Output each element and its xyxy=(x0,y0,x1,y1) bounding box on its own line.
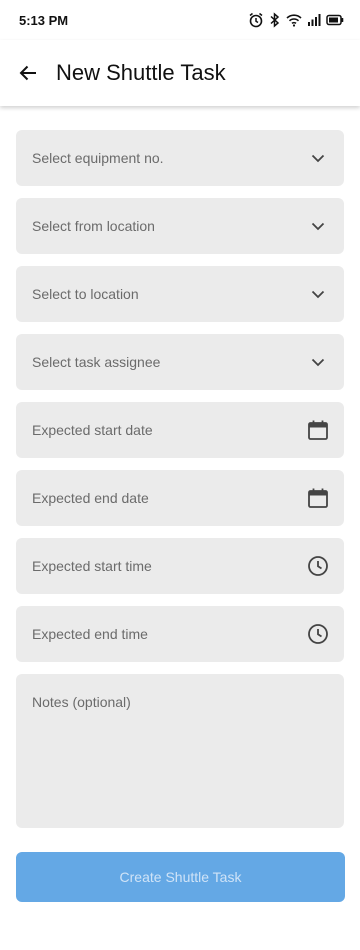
to-location-select[interactable]: Select to location xyxy=(16,266,344,322)
signal-icon xyxy=(308,14,321,26)
task-assignee-select[interactable]: Select task assignee xyxy=(16,334,344,390)
end-time-placeholder: Expected end time xyxy=(32,626,148,642)
notes-placeholder: Notes (optional) xyxy=(32,694,131,710)
chevron-down-icon xyxy=(306,350,330,374)
from-location-placeholder: Select from location xyxy=(32,218,155,234)
status-time: 5:13 PM xyxy=(19,12,69,28)
wifi-icon xyxy=(286,14,302,27)
start-time-placeholder: Expected start time xyxy=(32,558,152,574)
clock-icon[interactable] xyxy=(306,554,330,578)
to-location-placeholder: Select to location xyxy=(32,286,139,302)
calendar-icon[interactable] xyxy=(306,486,330,510)
end-time-field[interactable]: Expected end time xyxy=(16,606,344,662)
status-bar: 5:13 PM xyxy=(0,0,360,40)
create-shuttle-task-label: Create Shuttle Task xyxy=(119,869,242,885)
notes-field[interactable]: Notes (optional) xyxy=(16,674,344,828)
chevron-down-icon xyxy=(306,146,330,170)
calendar-icon[interactable] xyxy=(306,418,330,442)
alarm-icon xyxy=(249,12,263,28)
back-button[interactable] xyxy=(0,40,56,106)
equipment-select[interactable]: Select equipment no. xyxy=(16,130,344,186)
start-time-field[interactable]: Expected start time xyxy=(16,538,344,594)
start-date-field[interactable]: Expected start date xyxy=(16,402,344,458)
bluetooth-icon xyxy=(270,12,280,28)
chevron-down-icon xyxy=(306,282,330,306)
page-title: New Shuttle Task xyxy=(56,60,226,85)
arrow-back-icon xyxy=(19,65,36,81)
app-bar: New Shuttle Task xyxy=(0,40,360,106)
end-date-field[interactable]: Expected end date xyxy=(16,470,344,526)
clock-icon[interactable] xyxy=(306,622,330,646)
chevron-down-icon xyxy=(306,214,330,238)
create-shuttle-task-button[interactable]: Create Shuttle Task xyxy=(16,852,345,902)
battery-icon xyxy=(326,14,344,26)
equipment-select-placeholder: Select equipment no. xyxy=(32,150,164,166)
start-date-placeholder: Expected start date xyxy=(32,422,153,438)
from-location-select[interactable]: Select from location xyxy=(16,198,344,254)
status-icons xyxy=(248,12,344,28)
end-date-placeholder: Expected end date xyxy=(32,490,149,506)
task-assignee-placeholder: Select task assignee xyxy=(32,354,161,370)
